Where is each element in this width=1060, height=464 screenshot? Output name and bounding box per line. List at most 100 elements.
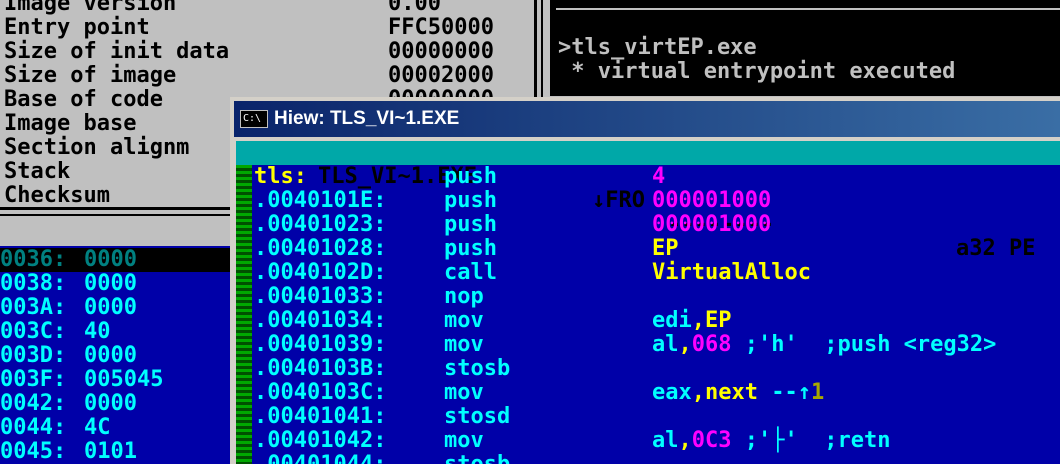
pe-field-value: FFC50000 — [388, 15, 494, 40]
console-window[interactable]: >tls_virtEP.exe * virtual entrypoint exe… — [550, 0, 1060, 96]
hex-row[interactable]: 003A: 0000 — [0, 296, 236, 320]
disasm-operand: al,068 ;'h' ;push <reg32> — [652, 333, 996, 357]
pe-field-row[interactable]: Image base — [4, 112, 136, 136]
disasm-line[interactable]: .00401023: push 000001000 — [252, 213, 1060, 237]
hex-row[interactable]: 0042: 0000 — [0, 392, 236, 416]
hex-row[interactable]: 003C: 40 — [0, 320, 236, 344]
window-title: Hiew: TLS_VI~1.EXE — [274, 108, 460, 129]
disasm-mnemonic: stosb — [444, 356, 511, 381]
console-app-icon[interactable]: C:\ — [240, 110, 268, 128]
disasm-line[interactable]: .00401039: mov al,068 ;'h' ;push <reg32> — [252, 333, 1060, 357]
disasm-address: .00401034: — [254, 308, 387, 333]
hex-value: 0000 — [84, 343, 137, 368]
pe-field-label: Size of init data — [4, 39, 230, 64]
hex-offset: 003C: — [0, 319, 67, 344]
pe-field-row[interactable]: Section alignm — [4, 136, 189, 160]
disasm-mnemonic: stosb — [444, 453, 510, 464]
disasm-line[interactable]: .0040103B: stosb — [252, 357, 1060, 381]
hex-row[interactable]: 0038: 0000 — [0, 272, 236, 296]
hiew-titlebar[interactable]: C:\ Hiew: TLS_VI~1.EXE — [234, 101, 1060, 137]
operand-token: al — [652, 332, 679, 357]
pe-field-value: 0.00 — [388, 0, 441, 16]
disasm-mnemonic: push — [444, 188, 497, 213]
operand-token: ;'├' ;retn — [731, 428, 891, 453]
hex-dump-panel[interactable]: 0036: 0000 0038: 0000 003A: 0000 003C: 40 003D: 0… — [0, 246, 236, 464]
disasm-mnemonic: mov — [444, 332, 484, 357]
pe-field-row[interactable]: Stack — [4, 160, 70, 184]
disasm-mnemonic: call — [444, 260, 497, 285]
hex-value: 40 — [84, 319, 111, 344]
console-border — [556, 8, 1060, 10]
disasm-address: .0040101E: — [254, 188, 387, 213]
disasm-line[interactable]: .00401044: stosb — [252, 453, 1060, 464]
hiew-disassembly-view[interactable]: TLS_VI~1.EXE ↓FRO -------- a32 PE tls: pu… — [236, 141, 1060, 464]
pe-field-label: Base of code — [4, 87, 163, 112]
console-output-line: * virtual entrypoint executed — [558, 59, 956, 84]
disasm-operand: 000001000 — [652, 189, 771, 213]
operand-token: EP — [652, 236, 679, 261]
pe-field-label: Image version — [4, 0, 177, 16]
disasm-address: .00401028: — [254, 236, 387, 261]
code-marker-bar — [236, 165, 252, 464]
operand-token: , — [678, 332, 692, 357]
hex-value: 0000 — [84, 391, 137, 416]
disasm-mnemonic: push — [444, 212, 497, 237]
operand-token: ;'h' ;push <reg32> — [731, 332, 997, 357]
disasm-mnemonic: push — [444, 164, 497, 189]
pe-field-row[interactable]: Checksum — [4, 184, 110, 208]
hex-value: 0000 — [84, 247, 137, 272]
disasm-mnemonic: mov — [444, 308, 484, 333]
disasm-line[interactable]: .00401041: stosd — [252, 405, 1060, 429]
disasm-operand: al,0C3 ;'├' ;retn — [652, 429, 890, 453]
operand-token: next — [705, 380, 758, 405]
hex-offset: 0045: — [0, 439, 67, 464]
operand-token: ↑ — [797, 380, 811, 405]
disasm-mnemonic: push — [444, 236, 497, 261]
disasm-address: .0040102D: — [254, 260, 387, 285]
disasm-line[interactable]: .0040102D: call VirtualAlloc — [252, 261, 1060, 285]
hex-value: 0101 — [84, 439, 137, 464]
operand-token: , — [691, 380, 705, 405]
disasm-address: .00401041: — [254, 404, 387, 429]
hiew-window[interactable]: C:\ Hiew: TLS_VI~1.EXE TLS_VI~1.EXE ↓FRO… — [230, 97, 1060, 464]
hex-value: 0000 — [84, 295, 137, 320]
pe-field-row[interactable]: Size of init data 00000000 — [4, 39, 494, 64]
disasm-operand: edi,EP — [652, 309, 732, 333]
hex-row[interactable]: 003F: 005045 — [0, 368, 236, 392]
pe-field-row[interactable]: Size of image 00002000 — [4, 64, 494, 88]
pe-field-row[interactable]: Image version 0.00 — [4, 0, 441, 16]
pe-field-row[interactable]: Base of code00000000 — [4, 87, 494, 112]
hex-offset: 0042: — [0, 391, 67, 416]
pe-field-value: 00000000 — [388, 39, 494, 64]
disasm-line[interactable]: tls: push 4 — [252, 165, 1060, 189]
operand-token: edi — [652, 308, 692, 333]
disasm-address: .0040103B: — [254, 356, 387, 381]
operand-token: 000001000 — [652, 212, 772, 237]
disasm-operand: 4 — [652, 165, 665, 189]
disasm-line[interactable]: .00401034: mov edi,EP — [252, 309, 1060, 333]
hex-row[interactable]: 0044: 4C — [0, 416, 236, 440]
hex-row[interactable]: 0045: 0101 — [0, 440, 236, 464]
disasm-line[interactable]: .0040101E: push 000001000 — [252, 189, 1060, 213]
pe-field-row[interactable]: Entry point FFC50000 — [4, 16, 494, 40]
operand-token: 068 — [691, 332, 732, 357]
disassembly-listing[interactable]: tls: push 4.0040101E: push 000001000.0040102… — [252, 165, 1060, 464]
pe-field-label: Image base — [4, 111, 137, 136]
operand-token: 0C3 — [691, 428, 732, 453]
disasm-operand: 000001000 — [652, 213, 771, 237]
hex-offset: 0036: — [0, 247, 67, 272]
disasm-line[interactable]: .00401028: push EP — [252, 237, 1060, 261]
operand-token: VirtualAlloc — [652, 260, 811, 285]
disasm-operand: eax,next --↑1 — [652, 381, 824, 405]
disasm-line[interactable]: .0040103C: mov eax,next --↑1 — [252, 381, 1060, 405]
disasm-line[interactable]: .00401042: mov al,0C3 ;'├' ;retn — [252, 429, 1060, 453]
hex-value: 4C — [84, 415, 111, 440]
operand-token: EP — [705, 308, 732, 333]
disasm-operand: EP — [652, 237, 679, 261]
hex-row[interactable]: 0036: 0000 — [0, 248, 236, 272]
operand-token: , — [691, 308, 705, 333]
disasm-address: .0040103C: — [254, 380, 387, 405]
disasm-line[interactable]: .00401033: nop — [252, 285, 1060, 309]
pe-field-label: Checksum — [4, 183, 110, 208]
hex-row[interactable]: 003D: 0000 — [0, 344, 236, 368]
